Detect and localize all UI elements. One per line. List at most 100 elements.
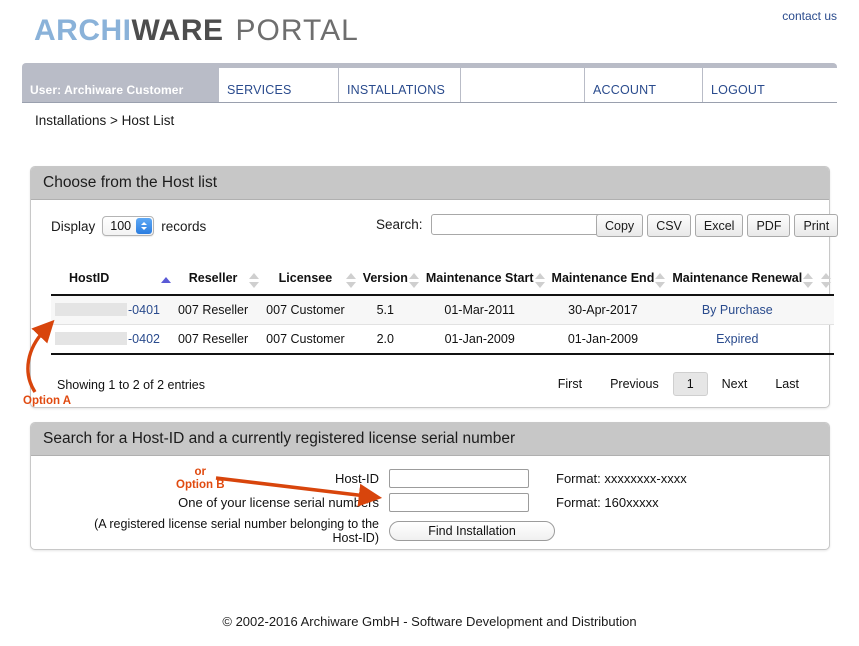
maintenance-renewal-link[interactable]: By Purchase [702,303,773,317]
footer-copyright: © 2002-2016 Archiware GmbH - Software De… [0,614,859,629]
cell-maintenance-start: 01-Jan-2009 [422,324,548,354]
hostid-search-panel-title: Search for a Host-ID and a currently reg… [31,423,829,456]
cell-extra [816,295,834,325]
hostid-input[interactable] [389,469,529,488]
cell-version: 5.1 [359,295,422,325]
redacted-hostid-prefix [55,303,127,316]
table-body: -0401 007 Reseller 007 Customer 5.1 01-M… [51,295,834,354]
logo-ware-text: WARE [132,14,224,47]
host-list-panel: Choose from the Host list Display 100 re… [30,166,830,408]
cell-version: 2.0 [359,324,422,354]
records-per-page-select[interactable]: 100 [102,216,154,236]
option-b-annotation: or Option B [176,466,225,492]
cell-reseller: 007 Reseller [174,324,262,354]
pdf-button[interactable]: PDF [747,214,790,237]
sort-icon[interactable] [535,273,546,288]
maintenance-renewal-link[interactable]: Expired [716,332,758,346]
cell-maintenance-end: 30-Apr-2017 [548,295,669,325]
host-list-table: HostID Reseller Licensee Version [51,268,834,355]
sort-icon[interactable] [409,273,420,288]
column-header-reseller[interactable]: Reseller [174,268,262,295]
records-label: records [161,219,206,234]
pagination-next[interactable]: Next [708,372,762,396]
hostid-link[interactable]: -0402 [128,332,160,346]
redacted-hostid-prefix [55,332,127,345]
portal-page: ARCHIWARE PORTAL contact us User: Archiwa… [0,0,859,646]
search-input[interactable] [431,214,601,235]
records-per-page-value: 100 [110,219,131,233]
pagination-previous[interactable]: Previous [596,372,673,396]
host-list-panel-title: Choose from the Host list [31,167,829,200]
column-header-licensee[interactable]: Licensee [262,268,359,295]
display-label: Display [51,219,95,234]
cell-maintenance-renewal: By Purchase [668,295,816,325]
option-a-annotation: Option A [23,395,71,407]
sort-icon[interactable] [821,273,832,288]
pagination: First Previous 1 Next Last [544,372,813,396]
column-header-maintenance-end[interactable]: Maintenance End [548,268,669,295]
sort-ascending-icon[interactable] [161,273,172,288]
table-head: HostID Reseller Licensee Version [51,268,834,295]
cell-hostid: -0401 [51,295,174,325]
table-row[interactable]: -0402 007 Reseller 007 Customer 2.0 01-J… [51,324,834,354]
table-header-row: HostID Reseller Licensee Version [51,268,834,295]
column-label-version: Version [363,271,408,285]
hostid-format-hint: Format: xxxxxxxx-xxxx [556,471,687,486]
nav-item-blank [461,68,585,102]
breadcrumb: Installations > Host List [35,113,174,128]
cell-maintenance-start: 01-Mar-2011 [422,295,548,325]
find-installation-button[interactable]: Find Installation [389,521,555,541]
column-header-maintenance-renewal[interactable]: Maintenance Renewal [668,268,816,295]
contact-us-link[interactable]: contact us [782,9,837,23]
column-header-extra[interactable] [816,268,834,295]
sort-icon[interactable] [249,273,260,288]
sort-icon[interactable] [803,273,814,288]
table-row[interactable]: -0401 007 Reseller 007 Customer 5.1 01-M… [51,295,834,325]
sort-icon[interactable] [346,273,357,288]
column-header-hostid[interactable]: HostID [51,268,174,295]
nav-item-logout[interactable]: LOGOUT [703,68,827,102]
table-controls: Display 100 records Search: Copy CSV Exc… [31,200,829,248]
excel-button[interactable]: Excel [695,214,744,237]
find-installation-row: (A registered license serial number belo… [71,517,791,545]
export-button-group: Copy CSV Excel PDF Print [596,214,838,237]
column-header-version[interactable]: Version [359,268,422,295]
cell-reseller: 007 Reseller [174,295,262,325]
nav-row: User: Archiware Customer SERVICES INSTAL… [22,68,837,103]
nav-item-account[interactable]: ACCOUNT [585,68,703,102]
column-label-hostid: HostID [69,271,109,285]
nav-item-installations[interactable]: INSTALLATIONS [339,68,461,102]
nav-user-label: User: Archiware Customer [22,68,219,102]
cell-extra [816,324,834,354]
logo-archi-text: ARCHI [34,14,132,47]
option-b-line1: or [176,466,225,479]
cell-licensee: 007 Customer [262,295,359,325]
hostid-form-row: Host-ID Format: xxxxxxxx-xxxx [231,469,791,488]
column-label-reseller: Reseller [189,271,238,285]
hostid-search-panel: Search for a Host-ID and a currently reg… [30,422,830,550]
column-label-maintenance-start: Maintenance Start [426,271,534,285]
pagination-page-1[interactable]: 1 [673,372,708,396]
hostid-link[interactable]: -0401 [128,303,160,317]
cell-maintenance-end: 01-Jan-2009 [548,324,669,354]
sort-icon[interactable] [655,273,666,288]
print-button[interactable]: Print [794,214,838,237]
serial-label: One of your license serial numbers [141,495,379,510]
chevron-updown-icon [136,218,152,234]
column-label-maintenance-end: Maintenance End [552,271,655,285]
csv-button[interactable]: CSV [647,214,691,237]
main-navigation: User: Archiware Customer SERVICES INSTAL… [22,63,837,103]
column-header-maintenance-start[interactable]: Maintenance Start [422,268,548,295]
serial-input[interactable] [389,493,529,512]
pagination-first[interactable]: First [544,372,596,396]
serial-form-row: One of your license serial numbers Forma… [141,493,791,512]
copy-button[interactable]: Copy [596,214,643,237]
serial-note: (A registered license serial number belo… [71,517,379,545]
option-b-line2: Option B [176,479,225,492]
nav-item-services[interactable]: SERVICES [219,68,339,102]
logo-portal-text: PORTAL [236,14,359,47]
cell-licensee: 007 Customer [262,324,359,354]
table-search-control: Search: [376,214,601,235]
pagination-last[interactable]: Last [761,372,813,396]
column-label-licensee: Licensee [279,271,333,285]
